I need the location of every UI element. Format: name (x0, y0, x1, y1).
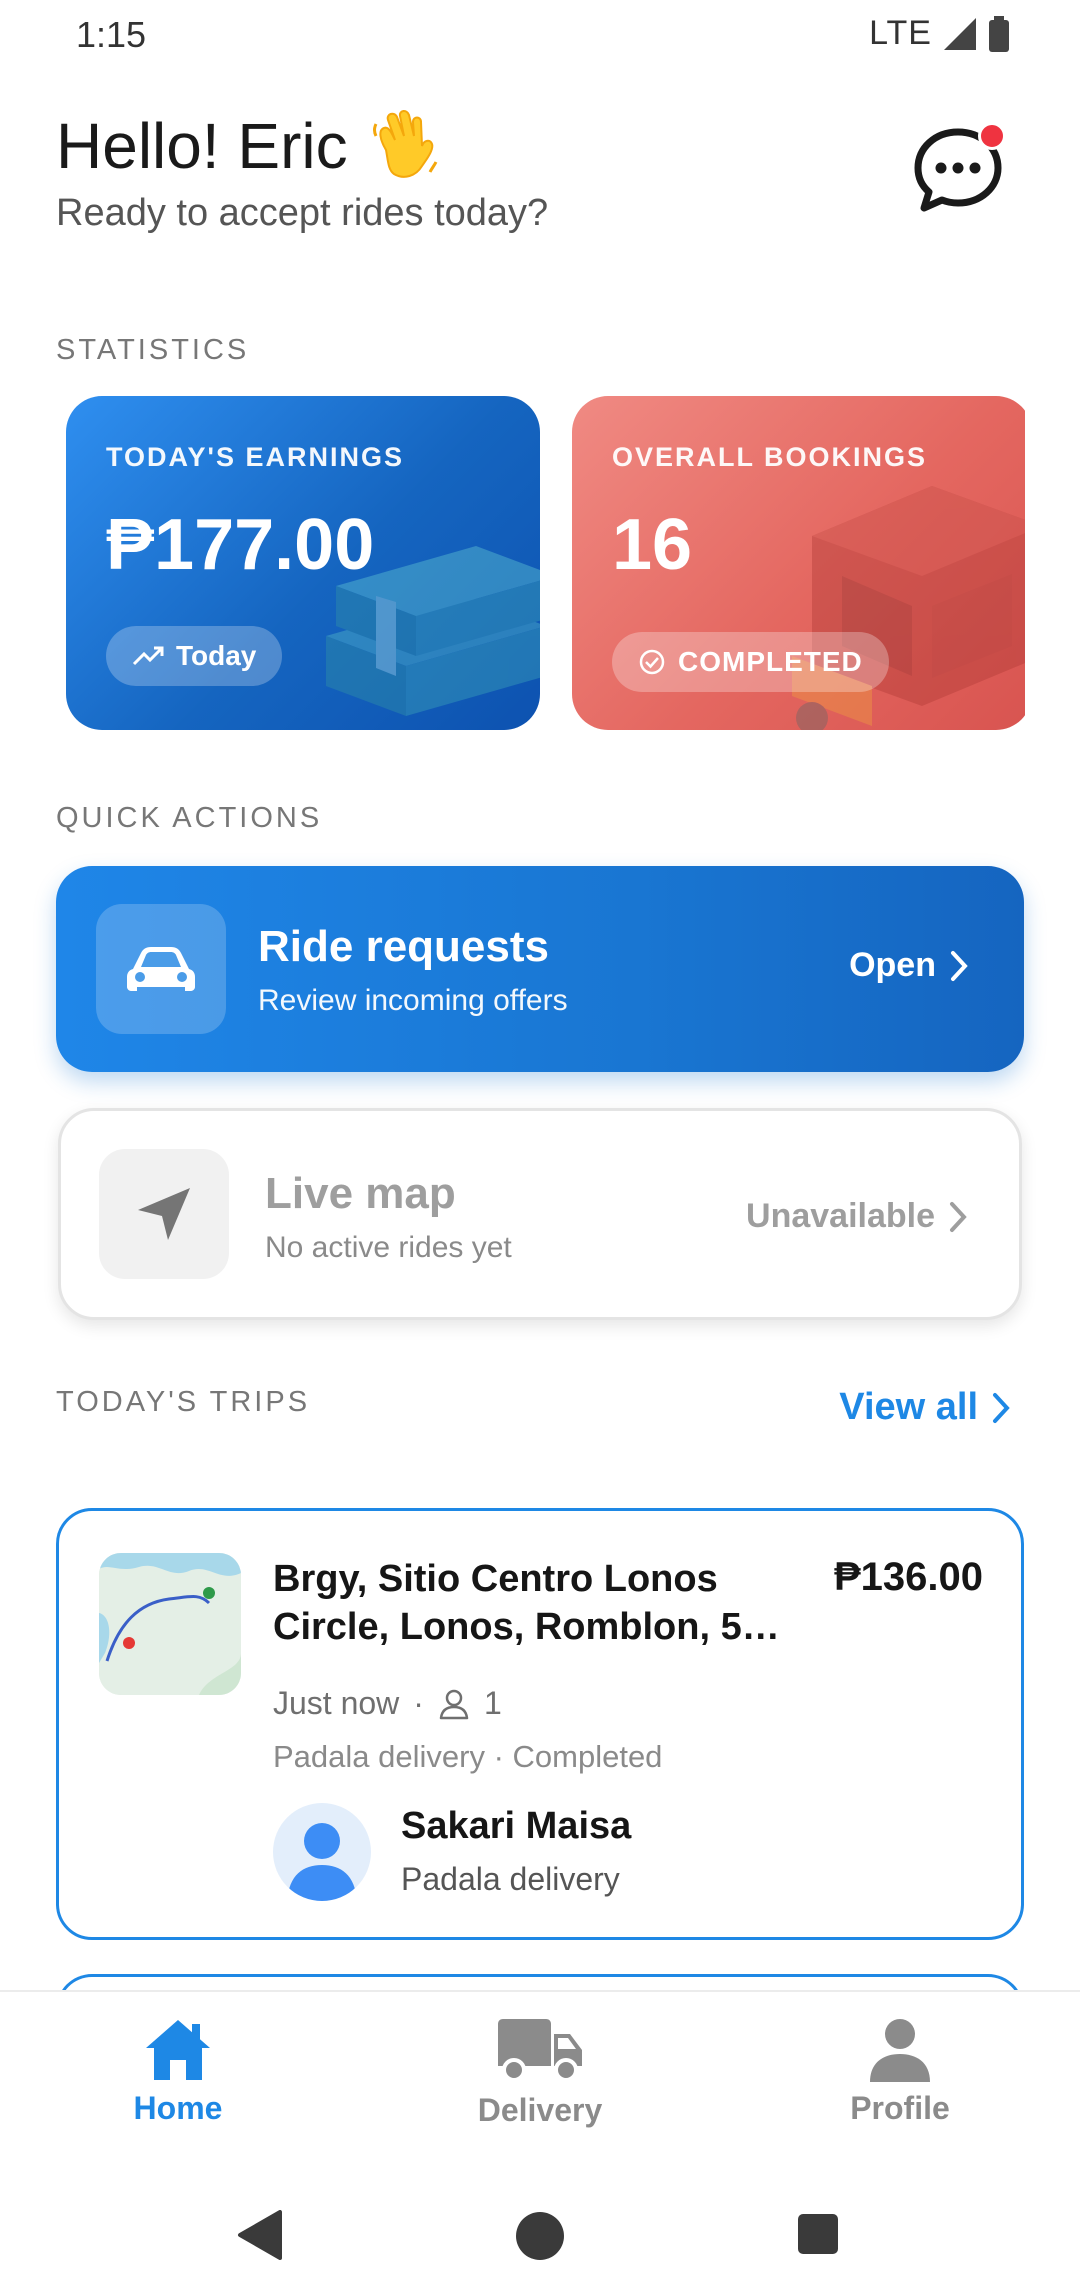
greeting-subtitle: Ready to accept rides today? (56, 192, 549, 234)
live-map-card: Live map No active rides yet Unavailable (58, 1108, 1022, 1320)
avatar (273, 1803, 371, 1901)
scroll-clip (1025, 380, 1080, 750)
greeting-text: Hello! Eric (56, 110, 348, 182)
customer-name: Sakari Maisa (401, 1805, 632, 1847)
check-circle-icon (639, 649, 665, 675)
trending-up-icon (132, 646, 164, 666)
trip-card[interactable]: Brgy, Sitio Centro Lonos Circle, Lonos, … (56, 1508, 1024, 1940)
trip-price: ₱136.00 (833, 1555, 983, 1599)
notification-badge (978, 122, 1006, 150)
quick-actions-section-label: QUICK ACTIONS (56, 802, 323, 834)
live-map-title: Live map (265, 1169, 456, 1218)
todays-trips-section-label: TODAY'S TRIPS (56, 1386, 311, 1418)
nav-delivery-label: Delivery (477, 2092, 603, 2128)
completed-pill-label: COMPLETED (678, 646, 863, 677)
unavailable-label: Unavailable (746, 1197, 935, 1235)
completed-pill: COMPLETED (612, 632, 889, 692)
person-icon (870, 2019, 930, 2082)
person-outline-icon (439, 1689, 469, 1719)
ride-requests-open-link[interactable]: Open (849, 946, 968, 985)
customer-service: Padala delivery (401, 1861, 620, 1897)
system-nav-bar (0, 2180, 1080, 2280)
live-map-status: Unavailable (746, 1197, 967, 1236)
nav-profile[interactable]: Profile (770, 2016, 1030, 2127)
view-all-link[interactable]: View all (839, 1386, 1010, 1429)
trip-address: Brgy, Sitio Centro Lonos Circle, Lonos, … (273, 1558, 780, 1648)
user-avatar-icon (287, 1823, 357, 1901)
trip-map-thumbnail (99, 1553, 241, 1695)
car-icon (127, 947, 195, 991)
trip-time: Just now (273, 1685, 400, 1721)
earnings-card[interactable]: TODAY'S EARNINGS ₱177.00 Today (66, 396, 540, 730)
battery-icon (989, 15, 1009, 52)
back-icon[interactable] (236, 2210, 284, 2260)
recents-icon[interactable] (796, 2212, 840, 2256)
status-bar: 1:15 LTE (0, 0, 1080, 72)
waving-hand-icon (372, 110, 437, 178)
bookings-label: OVERALL BOOKINGS (612, 442, 928, 472)
bookings-card[interactable]: OVERALL BOOKINGS 16 COMPLETED (572, 396, 1032, 730)
map-icon-box (99, 1149, 229, 1279)
nav-home-label: Home (133, 2090, 223, 2126)
home-icon (146, 2020, 210, 2080)
trip-passengers: 1 (483, 1685, 502, 1721)
nav-delivery[interactable]: Delivery (410, 2016, 670, 2129)
navigation-arrow-icon (138, 1188, 190, 1240)
earnings-label: TODAY'S EARNINGS (106, 442, 404, 472)
map-thumbnail-icon (99, 1553, 241, 1695)
live-map-subtitle: No active rides yet (265, 1231, 512, 1264)
bookings-value: 16 (612, 505, 693, 585)
trip-meta: Just now · 1 (273, 1685, 502, 1722)
ride-requests-subtitle: Review incoming offers (258, 984, 568, 1017)
greeting: Hello! Eric (56, 106, 444, 186)
status-indicators: LTE (869, 14, 1010, 53)
status-time: 1:15 (76, 14, 147, 55)
meta-separator: · (413, 1685, 424, 1721)
earnings-value: ₱177.00 (106, 505, 375, 585)
today-pill: Today (106, 626, 283, 686)
view-all-label: View all (839, 1386, 978, 1428)
nav-home[interactable]: Home (48, 2016, 308, 2127)
network-type: LTE (869, 14, 932, 52)
trip-type-status: Padala delivery · Completed (273, 1739, 663, 1774)
chevron-right-icon (950, 1201, 967, 1232)
statistics-section-label: STATISTICS (56, 334, 250, 366)
signal-icon (944, 17, 976, 50)
chevron-right-icon (993, 1392, 1010, 1423)
ride-requests-title: Ride requests (258, 922, 549, 971)
open-label: Open (849, 946, 936, 984)
home-circle-icon[interactable] (514, 2210, 566, 2262)
today-pill-label: Today (176, 640, 257, 671)
chevron-right-icon (951, 950, 968, 981)
ride-icon-box (96, 904, 226, 1034)
truck-icon (498, 2019, 582, 2082)
nav-profile-label: Profile (850, 2090, 950, 2126)
ride-requests-card[interactable]: Ride requests Review incoming offers Ope… (56, 866, 1024, 1072)
